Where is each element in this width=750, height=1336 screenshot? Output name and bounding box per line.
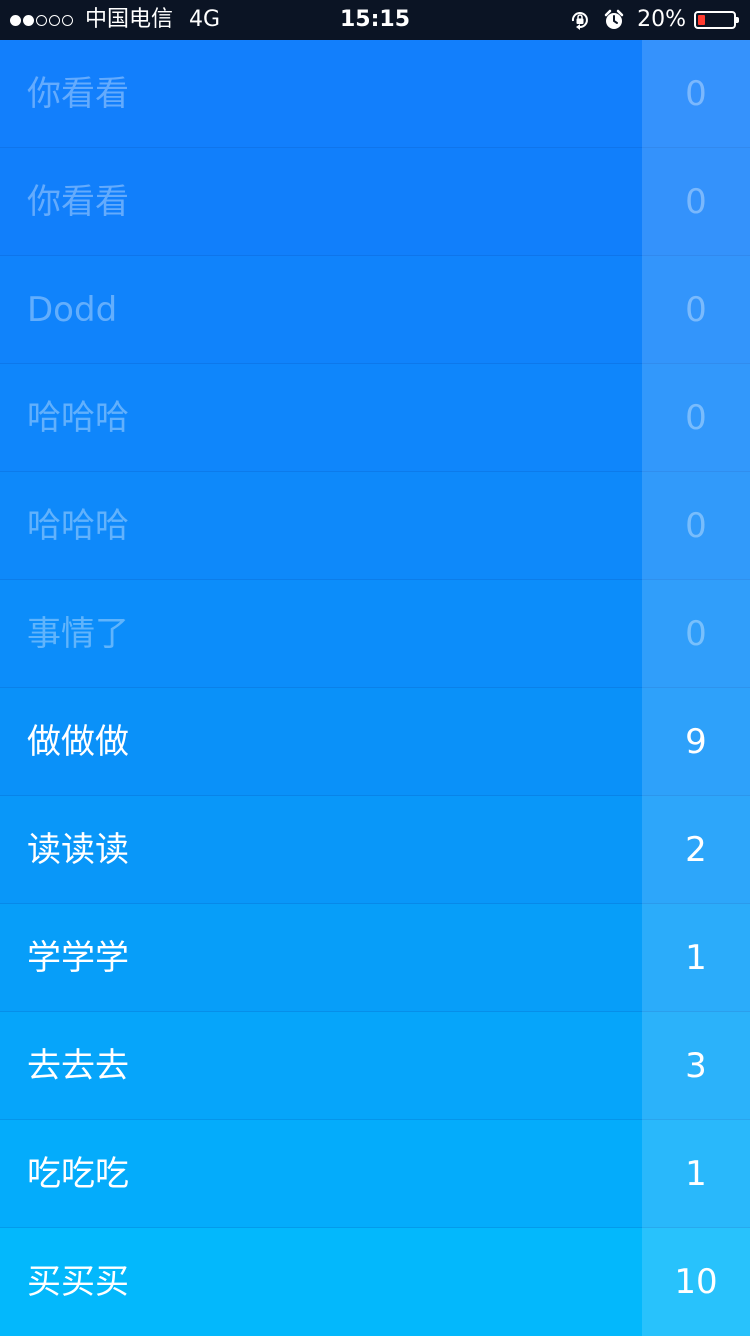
list-item-count: 0	[642, 256, 750, 364]
list-item[interactable]: 学学学 1	[0, 904, 750, 1012]
list-item[interactable]: 吃吃吃 1	[0, 1120, 750, 1228]
list-item-count: 9	[642, 688, 750, 796]
list-item-count: 1	[642, 1120, 750, 1228]
list-item[interactable]: 买买买 10	[0, 1228, 750, 1336]
list-item[interactable]: 读读读 2	[0, 796, 750, 904]
rotation-lock-icon	[569, 9, 591, 31]
task-list[interactable]: 你看看 0 你看看 0 Dodd 0 哈哈哈 0 哈哈哈 0 事情了 0 做做做 9 读读读 2 学学学 1 去去去…	[0, 40, 750, 1336]
list-item-label: 买买买	[27, 1262, 129, 1302]
list-item-label: 你看看	[27, 182, 129, 222]
list-item-label: Dodd	[27, 290, 118, 330]
list-item-label: 去去去	[27, 1046, 129, 1086]
list-item-count: 0	[642, 364, 750, 472]
list-item-count: 2	[642, 796, 750, 904]
status-bar: 中国电信 4G 15:15 20%	[0, 0, 750, 40]
list-item-count: 1	[642, 904, 750, 1012]
alarm-icon	[603, 9, 625, 31]
list-item[interactable]: 做做做 9	[0, 688, 750, 796]
list-item[interactable]: Dodd 0	[0, 256, 750, 364]
list-item-label: 事情了	[27, 614, 129, 654]
list-item[interactable]: 你看看 0	[0, 148, 750, 256]
list-item-count: 0	[642, 148, 750, 256]
list-item-count: 0	[642, 580, 750, 688]
list-item-label: 你看看	[27, 74, 129, 114]
list-item-count: 0	[642, 472, 750, 580]
list-item-label: 读读读	[27, 830, 129, 870]
list-item-label: 哈哈哈	[27, 398, 129, 438]
list-item[interactable]: 去去去 3	[0, 1012, 750, 1120]
list-item[interactable]: 你看看 0	[0, 40, 750, 148]
list-item-count: 10	[642, 1228, 750, 1336]
list-item-count: 0	[642, 40, 750, 148]
list-item[interactable]: 事情了 0	[0, 580, 750, 688]
battery-level	[698, 15, 705, 25]
status-bar-right: 20%	[569, 0, 739, 40]
battery-icon	[694, 11, 739, 29]
list-item-label: 哈哈哈	[27, 506, 129, 546]
list-item-label: 做做做	[27, 722, 129, 762]
battery-percentage: 20%	[637, 7, 686, 32]
list-item[interactable]: 哈哈哈 0	[0, 364, 750, 472]
list-item-count: 3	[642, 1012, 750, 1120]
list-item[interactable]: 哈哈哈 0	[0, 472, 750, 580]
list-item-label: 吃吃吃	[27, 1154, 129, 1194]
list-item-label: 学学学	[27, 938, 129, 978]
